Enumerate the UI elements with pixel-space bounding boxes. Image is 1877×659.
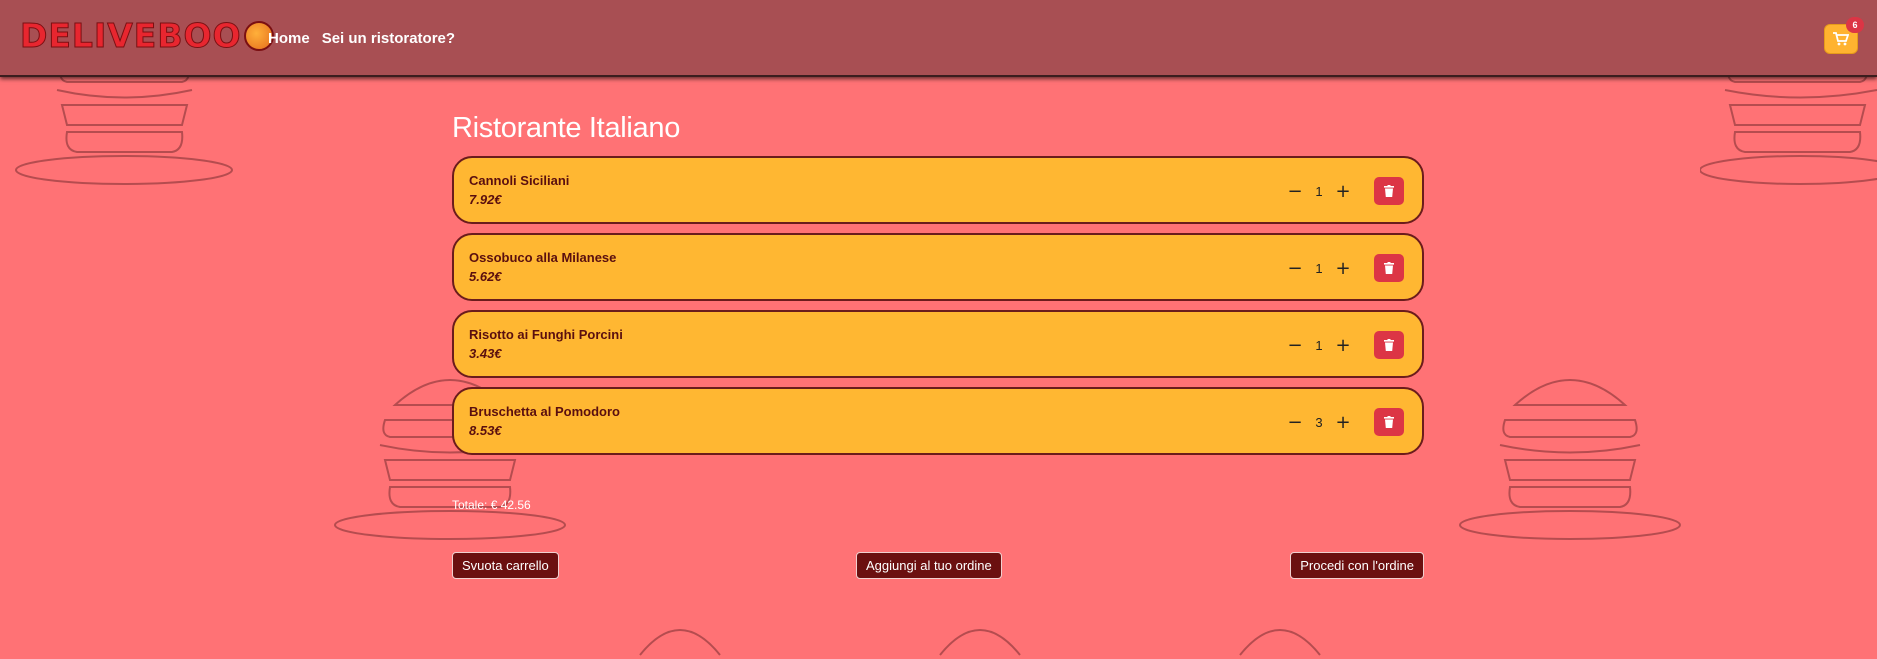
add-to-order-button[interactable]: Aggiungi al tuo ordine [856, 552, 1002, 579]
cart-item: Bruschetta al Pomodoro 8.53€ − 3 + [452, 387, 1424, 455]
delete-item-button[interactable] [1374, 177, 1404, 205]
quantity-stepper: − 1 + [1284, 334, 1354, 356]
delete-item-button[interactable] [1374, 331, 1404, 359]
item-quantity: 3 [1315, 414, 1323, 430]
trash-icon [1384, 185, 1394, 197]
increase-quantity-button[interactable]: + [1332, 334, 1354, 356]
decrease-quantity-button[interactable]: − [1284, 334, 1306, 356]
delete-item-button[interactable] [1374, 254, 1404, 282]
item-price: 5.62€ [469, 269, 502, 284]
cart-total: Totale: € 42.56 [452, 498, 531, 512]
item-quantity: 1 [1315, 260, 1323, 276]
delete-item-button[interactable] [1374, 408, 1404, 436]
increase-quantity-button[interactable]: + [1332, 257, 1354, 279]
item-price: 7.92€ [469, 192, 502, 207]
cart-count-badge: 6 [1846, 17, 1864, 33]
trash-icon [1384, 339, 1394, 351]
item-name: Ossobuco alla Milanese [469, 250, 617, 265]
logo-text: DELIVEBOO [20, 16, 242, 56]
item-quantity: 1 [1315, 183, 1323, 199]
cart-item: Risotto ai Funghi Porcini 3.43€ − 1 + [452, 310, 1424, 378]
quantity-stepper: − 3 + [1284, 411, 1354, 433]
quantity-stepper: − 1 + [1284, 257, 1354, 279]
increase-quantity-button[interactable]: + [1332, 180, 1354, 202]
item-name: Bruschetta al Pomodoro [469, 404, 620, 419]
quantity-stepper: − 1 + [1284, 180, 1354, 202]
trash-icon [1384, 262, 1394, 274]
page-title: Ristorante Italiano [452, 112, 681, 144]
cart-item-list: Cannoli Siciliani 7.92€ − 1 + Ossobuco a… [452, 156, 1424, 455]
empty-cart-button[interactable]: Svuota carrello [452, 552, 559, 579]
item-price: 8.53€ [469, 423, 502, 438]
item-name: Cannoli Siciliani [469, 173, 570, 188]
cart-item: Cannoli Siciliani 7.92€ − 1 + [452, 156, 1424, 224]
logo[interactable]: DELIVEBOO [20, 16, 274, 56]
shopping-cart-icon [1833, 32, 1849, 46]
cart-section: Ristorante Italiano Cannoli Siciliani 7.… [452, 112, 1424, 579]
decrease-quantity-button[interactable]: − [1284, 257, 1306, 279]
nav-links: Home Sei un ristoratore? [268, 30, 455, 47]
cart-item: Ossobuco alla Milanese 5.62€ − 1 + [452, 233, 1424, 301]
background-burger-illustration [620, 605, 1520, 659]
decrease-quantity-button[interactable]: − [1284, 411, 1306, 433]
increase-quantity-button[interactable]: + [1332, 411, 1354, 433]
navbar: DELIVEBOO Home Sei un ristoratore? [0, 0, 1877, 77]
decrease-quantity-button[interactable]: − [1284, 180, 1306, 202]
nav-link-home[interactable]: Home [268, 30, 310, 47]
nav-link-restaurateur[interactable]: Sei un ristoratore? [322, 30, 455, 47]
item-price: 3.43€ [469, 346, 502, 361]
item-quantity: 1 [1315, 337, 1323, 353]
proceed-order-button[interactable]: Procedi con l'ordine [1290, 552, 1424, 579]
item-name: Risotto ai Funghi Porcini [469, 327, 623, 342]
trash-icon [1384, 416, 1394, 428]
background-burger-illustration [1455, 365, 1685, 545]
